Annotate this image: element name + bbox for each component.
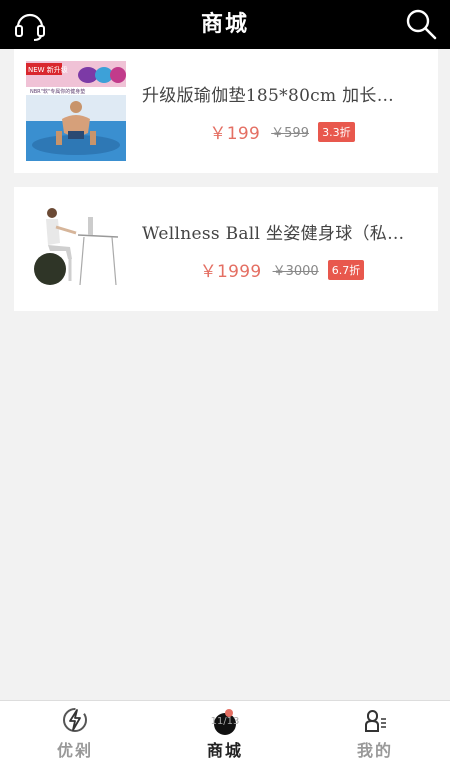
svg-text:NEW 新升级: NEW 新升级 (28, 65, 68, 74)
search-icon[interactable] (404, 7, 438, 41)
product-name: Wellness Ball 坐姿健身球（私… (142, 224, 405, 244)
original-price: ￥599 (271, 126, 309, 141)
tab-extra-text: 11/13 (210, 716, 240, 727)
tab-shop[interactable]: 11/13 商城 (150, 701, 300, 764)
fitness-ball-chair-image (26, 199, 126, 299)
discount-badge: 3.3折 (318, 121, 355, 142)
product-price: ￥1999 (199, 262, 262, 282)
tab-label: 我的 (356, 741, 393, 760)
svg-text:NBR"软"专属你的健身垫: NBR"软"专属你的健身垫 (30, 88, 85, 95)
lightning-icon (63, 708, 87, 732)
product-card[interactable]: Wellness Ball 坐姿健身球（私… ￥1999 ￥3000 6.7折 (14, 187, 438, 311)
yoga-mat-image: NEW 新升级 NBR"软"专属你的健身垫 (26, 61, 126, 161)
tab-mine[interactable]: 我的 (300, 701, 450, 764)
product-image: NEW 新升级 NBR"软"专属你的健身垫 (26, 61, 126, 161)
user-icon (365, 710, 386, 732)
page-title: 商城 (200, 11, 249, 37)
product-card[interactable]: NEW 新升级 NBR"软"专属你的健身垫 升级版瑜伽垫185*80cm 加长…… (14, 49, 438, 173)
price-row: ￥199 ￥599 3.3折 (142, 119, 422, 144)
discount-badge: 6.7折 (327, 259, 365, 280)
price-row: ￥1999 ￥3000 6.7折 (142, 257, 422, 282)
tab-youduo[interactable]: 优剁 (0, 701, 150, 764)
product-name: 升级版瑜伽垫185*80cm 加长… (142, 86, 395, 106)
tab-label: 商城 (206, 741, 243, 760)
original-price: ￥3000 (272, 264, 319, 279)
product-image (26, 199, 126, 299)
tab-label: 优剁 (56, 741, 93, 760)
bottom-tab-bar: 优剁 11/13 商城 我的 (0, 700, 450, 764)
top-bar: 商城 (0, 0, 450, 49)
product-price: ￥199 (209, 124, 261, 144)
